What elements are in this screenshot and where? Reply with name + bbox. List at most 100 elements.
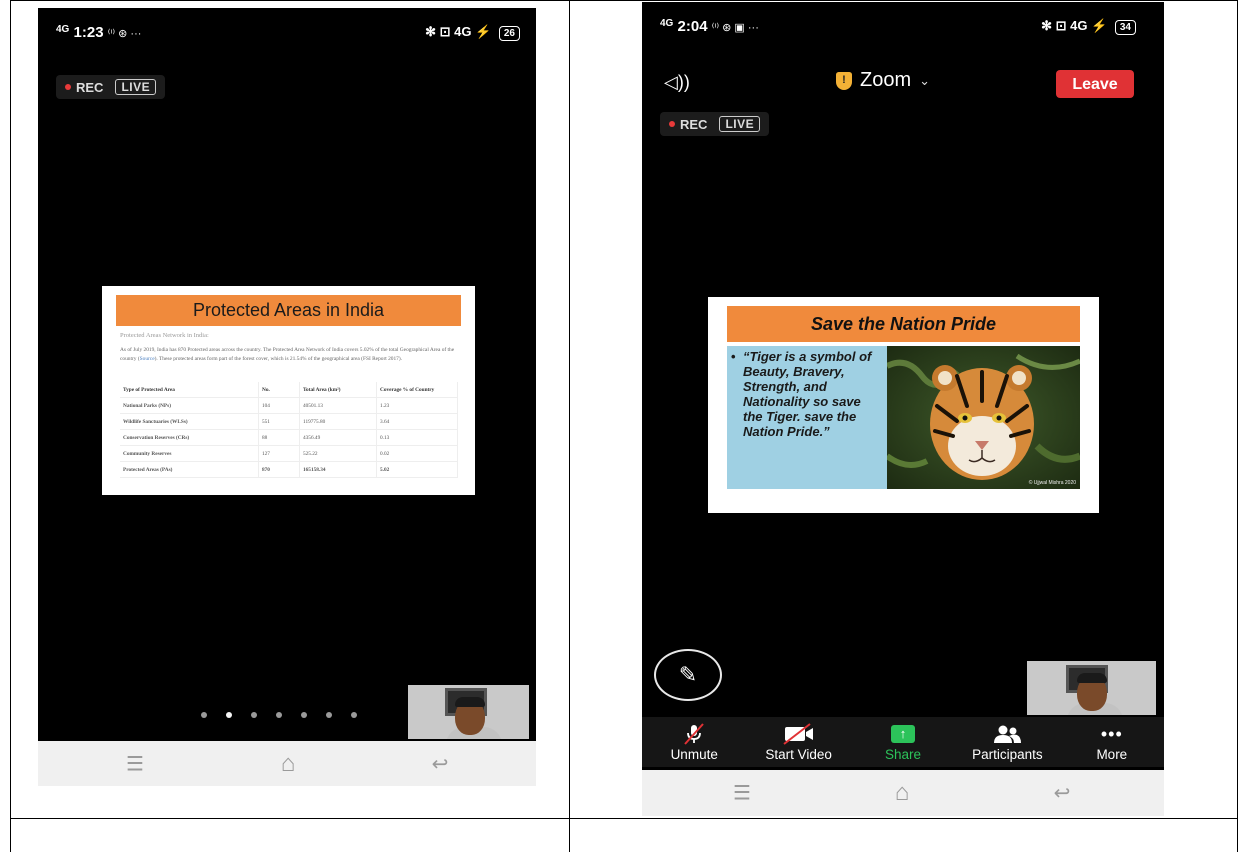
table-border-right: [1237, 0, 1238, 852]
table-header: Type of Protected Area: [120, 382, 259, 398]
network-indicator: 4G: [660, 18, 674, 29]
back-icon[interactable]: ↩: [432, 751, 449, 776]
share-button[interactable]: ↑ Share: [851, 717, 955, 767]
quote-box: • “Tiger is a symbol of Beauty, Bravery,…: [727, 346, 887, 489]
table-cell: National Parks (NPs): [120, 397, 259, 414]
system-icons: ✻ ⊡ 4G ⚡: [1041, 18, 1108, 33]
status-right: ✻ ⊡ 4G ⚡ 26: [425, 24, 520, 41]
android-nav-bar: ☰ ⌂ ↩: [642, 770, 1164, 816]
shield-icon: !: [836, 71, 852, 90]
back-icon[interactable]: ↩: [1054, 781, 1071, 806]
speaker-icon[interactable]: ◁)): [664, 72, 690, 93]
more-icon: •••: [1100, 723, 1123, 744]
status-right: ✻ ⊡ 4G ⚡ 34: [1041, 18, 1136, 35]
table-cell: 165158.34: [299, 461, 377, 478]
mic-muted-icon: [682, 723, 706, 745]
page-dot[interactable]: [201, 712, 207, 718]
clock: 1:23: [73, 24, 104, 41]
table-border-middle: [569, 0, 570, 852]
tiger-image: © Ujjwal Mishra 2020: [887, 346, 1080, 489]
table-row: Protected Areas (PAs) 870 165158.34 5.02: [120, 461, 458, 478]
recording-indicator: REC LIVE: [56, 75, 166, 99]
table-border-left: [10, 0, 11, 852]
rec-dot-icon: [669, 121, 675, 127]
live-label: LIVE: [719, 116, 761, 132]
leave-button[interactable]: Leave: [1056, 70, 1134, 98]
tiger-illustration: [887, 346, 1080, 489]
table-row: National Parks (NPs) 104 40501.13 1.23: [120, 397, 458, 414]
status-icons: ⁽ⁱ⁾ ⊛ ▣ ···: [711, 22, 759, 34]
table-cell: Community Reserves: [120, 445, 259, 462]
self-video-thumbnail[interactable]: [1027, 661, 1156, 715]
share-label: Share: [885, 747, 922, 762]
more-label: More: [1096, 747, 1128, 762]
rec-label: REC: [680, 116, 708, 132]
page-dot-active[interactable]: [226, 712, 232, 718]
slide-title: Protected Areas in India: [116, 295, 461, 326]
shared-slide: Save the Nation Pride • “Tiger is a symb…: [708, 297, 1099, 513]
more-button[interactable]: ••• More: [1060, 717, 1164, 767]
status-left: 4G 2:04 ⁽ⁱ⁾ ⊛ ▣ ···: [660, 18, 759, 35]
meeting-toolbar: Unmute Start Video ↑ Share Participants …: [642, 717, 1164, 767]
table-cell: Conservation Reserves (CRs): [120, 429, 259, 446]
status-bar: 4G 2:04 ⁽ⁱ⁾ ⊛ ▣ ··· ✻ ⊡ 4G ⚡ 34: [642, 2, 1164, 48]
menu-icon[interactable]: ☰: [126, 751, 144, 776]
table-cell: 119775.80: [299, 413, 377, 430]
table-cell: 40501.13: [299, 397, 377, 414]
clock: 2:04: [677, 18, 708, 35]
page-indicator[interactable]: [201, 712, 357, 718]
android-nav-bar: ☰ ⌂ ↩: [38, 741, 536, 786]
chevron-down-icon: ⌄: [919, 72, 931, 88]
status-bar: 4G 1:23 ⁽ⁱ⁾ ⊛ ··· ✻ ⊡ 4G ⚡ 26: [38, 8, 536, 54]
image-caption: © Ujjwal Mishra 2020: [1028, 480, 1076, 486]
table-header: Coverage % of Country: [376, 382, 458, 398]
slide-paragraph: As of July 2019, India has 870 Protected…: [120, 346, 463, 363]
table-row-divider: [10, 818, 1238, 819]
participants-button[interactable]: Participants: [955, 717, 1059, 767]
page-dot[interactable]: [276, 712, 282, 718]
source-link: Source: [139, 355, 155, 362]
unmute-button[interactable]: Unmute: [642, 717, 746, 767]
rec-dot-icon: [65, 84, 71, 90]
share-icon: ↑: [891, 724, 916, 744]
status-icons: ⁽ⁱ⁾ ⊛ ···: [107, 28, 142, 40]
recording-indicator: REC LIVE: [660, 112, 770, 136]
participants-label: Participants: [972, 747, 1043, 762]
page-dot[interactable]: [251, 712, 257, 718]
slide-subtitle: Protected Areas Network in India:: [120, 332, 209, 339]
pen-icon: ✎: [678, 662, 698, 687]
table-cell: 127: [258, 445, 300, 462]
page-dot[interactable]: [351, 712, 357, 718]
table-cell: 88: [258, 429, 300, 446]
meeting-name: Zoom: [860, 69, 912, 91]
left-phone-screen: 4G 1:23 ⁽ⁱ⁾ ⊛ ··· ✻ ⊡ 4G ⚡ 26 REC LIVE P…: [38, 8, 536, 786]
table-cell: 870: [258, 461, 300, 478]
meeting-header: ◁)) ! Zoom ⌄ Leave: [642, 60, 1164, 104]
table-cell: 4356.49: [299, 429, 377, 446]
menu-icon[interactable]: ☰: [733, 781, 751, 806]
system-icons: ✻ ⊡ 4G ⚡: [425, 24, 492, 39]
right-phone-screen: 4G 2:04 ⁽ⁱ⁾ ⊛ ▣ ··· ✻ ⊡ 4G ⚡ 34 ◁)) ! Zo…: [642, 2, 1164, 816]
start-video-button[interactable]: Start Video: [746, 717, 850, 767]
table-cell: Wildlife Sanctuaries (WLSs): [120, 413, 259, 430]
battery-icon: 34: [1114, 20, 1136, 35]
table-row: Wildlife Sanctuaries (WLSs) 551 119775.8…: [120, 413, 458, 430]
shared-slide: Protected Areas in India Protected Areas…: [102, 286, 475, 495]
participants-icon: [992, 724, 1022, 744]
status-left: 4G 1:23 ⁽ⁱ⁾ ⊛ ···: [56, 24, 141, 41]
table-row: Community Reserves 127 525.22 0.02: [120, 445, 458, 462]
table-border-top: [10, 0, 1238, 1]
start-video-label: Start Video: [765, 747, 832, 762]
home-icon[interactable]: ⌂: [281, 750, 296, 778]
table-header: No.: [258, 382, 300, 398]
meeting-info-button[interactable]: ! Zoom ⌄: [836, 69, 930, 92]
table-row: Conservation Reserves (CRs) 88 4356.49 0…: [120, 429, 458, 446]
bullet: •: [731, 349, 736, 364]
page-dot[interactable]: [326, 712, 332, 718]
rec-label: REC: [76, 79, 104, 95]
annotate-pen-button[interactable]: ✎: [654, 649, 722, 701]
page-dot[interactable]: [301, 712, 307, 718]
self-video-thumbnail[interactable]: [408, 685, 529, 739]
table-cell: 3.64: [376, 413, 458, 430]
home-icon[interactable]: ⌂: [895, 779, 910, 807]
